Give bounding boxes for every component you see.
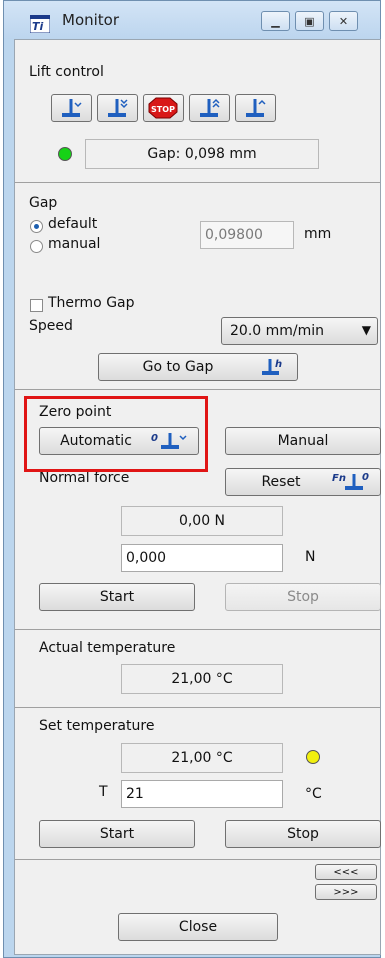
stop-icon: STOP bbox=[148, 97, 178, 119]
gap-unit-label: mm bbox=[304, 226, 332, 242]
lift-status-indicator bbox=[58, 147, 72, 161]
close-window-button[interactable]: ✕ bbox=[329, 11, 358, 31]
svg-text:0: 0 bbox=[151, 433, 158, 444]
thermo-gap-label: Thermo Gap bbox=[48, 295, 135, 311]
move-down-fast-button[interactable] bbox=[97, 94, 138, 122]
actual-temperature-section: Actual temperature 21,00 °C bbox=[15, 630, 380, 708]
gap-manual-radio[interactable] bbox=[30, 240, 43, 253]
stop-lift-button[interactable]: STOP bbox=[143, 94, 184, 122]
reset-normal-force-button[interactable]: Reset Fn 0 bbox=[225, 468, 381, 496]
thermo-gap-checkbox[interactable] bbox=[30, 299, 43, 312]
speed-label: Speed bbox=[29, 318, 73, 334]
gap-label: Gap bbox=[29, 195, 58, 211]
expand-panel-button[interactable]: >>> bbox=[315, 884, 377, 900]
monitor-window: Ti Monitor ▁ ▣ ✕ Lift control STOP Gap: … bbox=[3, 0, 381, 958]
svg-text:h: h bbox=[275, 359, 282, 370]
gap-value-field[interactable]: 0,09800 bbox=[200, 221, 294, 249]
zero-point-label: Zero point bbox=[39, 404, 112, 420]
gap-section: Gap default manual 0,09800 mm Thermo Gap… bbox=[15, 183, 380, 390]
lift-control-label: Lift control bbox=[29, 64, 104, 80]
normal-force-stop-button[interactable]: Stop bbox=[225, 583, 381, 611]
set-temperature-input[interactable] bbox=[121, 780, 283, 808]
reset-normal-force-icon: Fn 0 bbox=[332, 472, 369, 490]
svg-text:Ti: Ti bbox=[32, 20, 44, 33]
set-temperature-readout: 21,00 °C bbox=[121, 743, 283, 773]
normal-force-readout: 0,00 N bbox=[121, 506, 283, 536]
gap-manual-label: manual bbox=[48, 236, 101, 252]
actual-temperature-label: Actual temperature bbox=[39, 640, 176, 656]
temperature-status-indicator bbox=[306, 750, 320, 764]
normal-force-input[interactable] bbox=[121, 544, 283, 572]
move-up-slow-icon bbox=[246, 99, 266, 117]
maximize-button[interactable]: ▣ bbox=[295, 11, 324, 31]
minimize-button[interactable]: ▁ bbox=[261, 11, 290, 31]
set-temperature-unit: °C bbox=[305, 786, 322, 802]
move-up-slow-button[interactable] bbox=[235, 94, 276, 122]
set-temperature-stop-button[interactable]: Stop bbox=[225, 820, 381, 848]
automatic-zero-button[interactable]: Automatic 0 bbox=[39, 427, 199, 455]
maximize-icon: ▣ bbox=[304, 14, 315, 28]
reset-icon-text: Fn bbox=[332, 473, 346, 484]
collapse-panel-button[interactable]: <<< bbox=[315, 864, 377, 880]
set-temperature-start-button[interactable]: Start bbox=[39, 820, 195, 848]
move-down-fast-icon bbox=[108, 99, 128, 117]
move-down-slow-icon bbox=[62, 99, 82, 117]
t-label: T bbox=[99, 784, 108, 800]
zero-point-section: Zero point Automatic 0 Manual Normal for… bbox=[15, 390, 381, 630]
zero-down-icon: 0 bbox=[151, 433, 187, 449]
set-temperature-section: Set temperature 21,00 °C T °C Start Stop bbox=[15, 708, 381, 860]
automatic-zero-label: Automatic bbox=[60, 433, 132, 449]
move-up-fast-icon bbox=[200, 98, 220, 117]
go-to-gap-button[interactable]: Go to Gap h bbox=[98, 353, 298, 381]
chevron-down-icon: ▼ bbox=[361, 323, 371, 337]
gap-default-label: default bbox=[48, 216, 98, 232]
move-down-slow-button[interactable] bbox=[51, 94, 92, 122]
monitor-panel: Lift control STOP Gap: 0,098 mm Gap defa… bbox=[14, 39, 381, 955]
close-button[interactable]: Close bbox=[118, 913, 278, 941]
title-bar[interactable]: Ti Monitor ▁ ▣ ✕ bbox=[4, 1, 380, 39]
gap-readout: Gap: 0,098 mm bbox=[85, 139, 319, 169]
lift-control-section: Lift control STOP Gap: 0,098 mm bbox=[15, 40, 380, 183]
move-up-fast-button[interactable] bbox=[189, 94, 230, 122]
speed-select[interactable]: 20.0 mm/min ▼ bbox=[221, 317, 378, 345]
gap-default-radio[interactable] bbox=[30, 220, 43, 233]
reset-icon-sup: 0 bbox=[362, 472, 369, 483]
stop-icon-label: STOP bbox=[151, 105, 175, 114]
minimize-icon: ▁ bbox=[271, 14, 280, 28]
window-title: Monitor bbox=[62, 11, 120, 29]
actual-temperature-readout: 21,00 °C bbox=[121, 664, 283, 694]
app-icon: Ti bbox=[30, 15, 50, 33]
go-to-gap-label: Go to Gap bbox=[142, 359, 214, 375]
normal-force-label: Normal force bbox=[39, 470, 130, 486]
manual-zero-button[interactable]: Manual bbox=[225, 427, 381, 455]
set-temperature-label: Set temperature bbox=[39, 718, 155, 734]
go-to-gap-icon: h bbox=[262, 359, 282, 375]
normal-force-unit: N bbox=[305, 549, 316, 565]
reset-label: Reset bbox=[261, 474, 301, 490]
speed-select-value: 20.0 mm/min bbox=[230, 323, 325, 339]
close-icon: ✕ bbox=[338, 14, 349, 28]
normal-force-start-button[interactable]: Start bbox=[39, 583, 195, 611]
